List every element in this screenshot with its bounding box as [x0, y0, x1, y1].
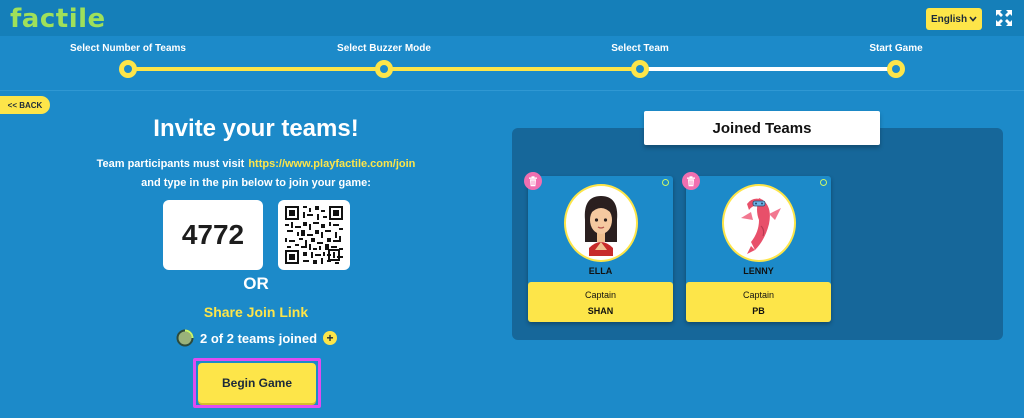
team-card-lenny[interactable]: LENNY Captain PB: [682, 172, 831, 322]
captain-label: Captain: [742, 290, 775, 300]
add-team-icon[interactable]: +: [323, 331, 338, 345]
teams-joined-count: 2 of 2 teams joined: [200, 330, 318, 346]
delete-team-button[interactable]: [682, 172, 700, 190]
progress-ring-icon: [176, 329, 194, 347]
step-dot-start[interactable]: [887, 60, 905, 78]
captain-name: PB: [752, 306, 765, 316]
trash-icon: [529, 175, 537, 186]
progress-line-remaining: [640, 67, 896, 71]
fish-avatar-icon: [741, 198, 781, 254]
online-status-dot: [662, 179, 669, 186]
team-name: LENNY: [743, 266, 774, 276]
instruction-suffix: and type in the pin below to join your g…: [141, 177, 371, 189]
captain-label: Captain: [584, 290, 617, 300]
top-bar: factile English: [0, 0, 1024, 36]
language-dropdown[interactable]: English: [926, 8, 982, 30]
factile-logo[interactable]: factile: [10, 4, 106, 34]
captain-info: Captain SHAN: [528, 282, 673, 322]
delete-team-button[interactable]: [524, 172, 542, 190]
fullscreen-icon[interactable]: [994, 8, 1014, 28]
step-label-buzzer: Select Buzzer Mode: [337, 43, 431, 54]
qr-code: [278, 200, 350, 270]
step-label-team: Select Team: [611, 43, 669, 54]
trash-icon: [687, 175, 695, 186]
captain-name: SHAN: [587, 306, 614, 316]
join-instructions: Team participants must visit https://www.…: [97, 158, 416, 170]
back-button[interactable]: << BACK: [0, 96, 50, 114]
begin-game-button[interactable]: Begin Game: [198, 363, 316, 403]
team-card-ella[interactable]: ELLA Captain SHAN: [524, 172, 673, 322]
step-dot-teams[interactable]: [119, 60, 137, 78]
invite-title: Invite your teams!: [153, 115, 359, 142]
instruction-prefix: Team participants must visit: [96, 158, 245, 170]
online-status-dot: [820, 179, 827, 186]
qr-code-icon: [285, 206, 343, 264]
step-label-teams: Select Number of Teams: [70, 43, 186, 54]
girl-avatar-icon: [584, 196, 618, 256]
team-avatar: [564, 184, 638, 262]
join-url-link[interactable]: https://www.playfactile.com/join: [248, 158, 415, 170]
team-avatar: [722, 184, 796, 262]
share-join-link[interactable]: Share Join Link: [204, 304, 308, 320]
language-label: English: [930, 13, 968, 25]
team-name: ELLA: [588, 266, 613, 276]
game-pin: 4772: [163, 200, 263, 270]
or-divider-text: OR: [243, 274, 269, 293]
header-divider: [0, 90, 1024, 91]
step-dot-buzzer[interactable]: [375, 60, 393, 78]
teams-joined-status: 2 of 2 teams joined +: [176, 329, 338, 347]
captain-info: Captain PB: [686, 282, 831, 322]
step-label-start: Start Game: [869, 43, 923, 54]
step-dot-team[interactable]: [631, 60, 649, 78]
chevron-down-icon: [969, 16, 977, 22]
joined-teams-title: Joined Teams: [644, 111, 880, 145]
